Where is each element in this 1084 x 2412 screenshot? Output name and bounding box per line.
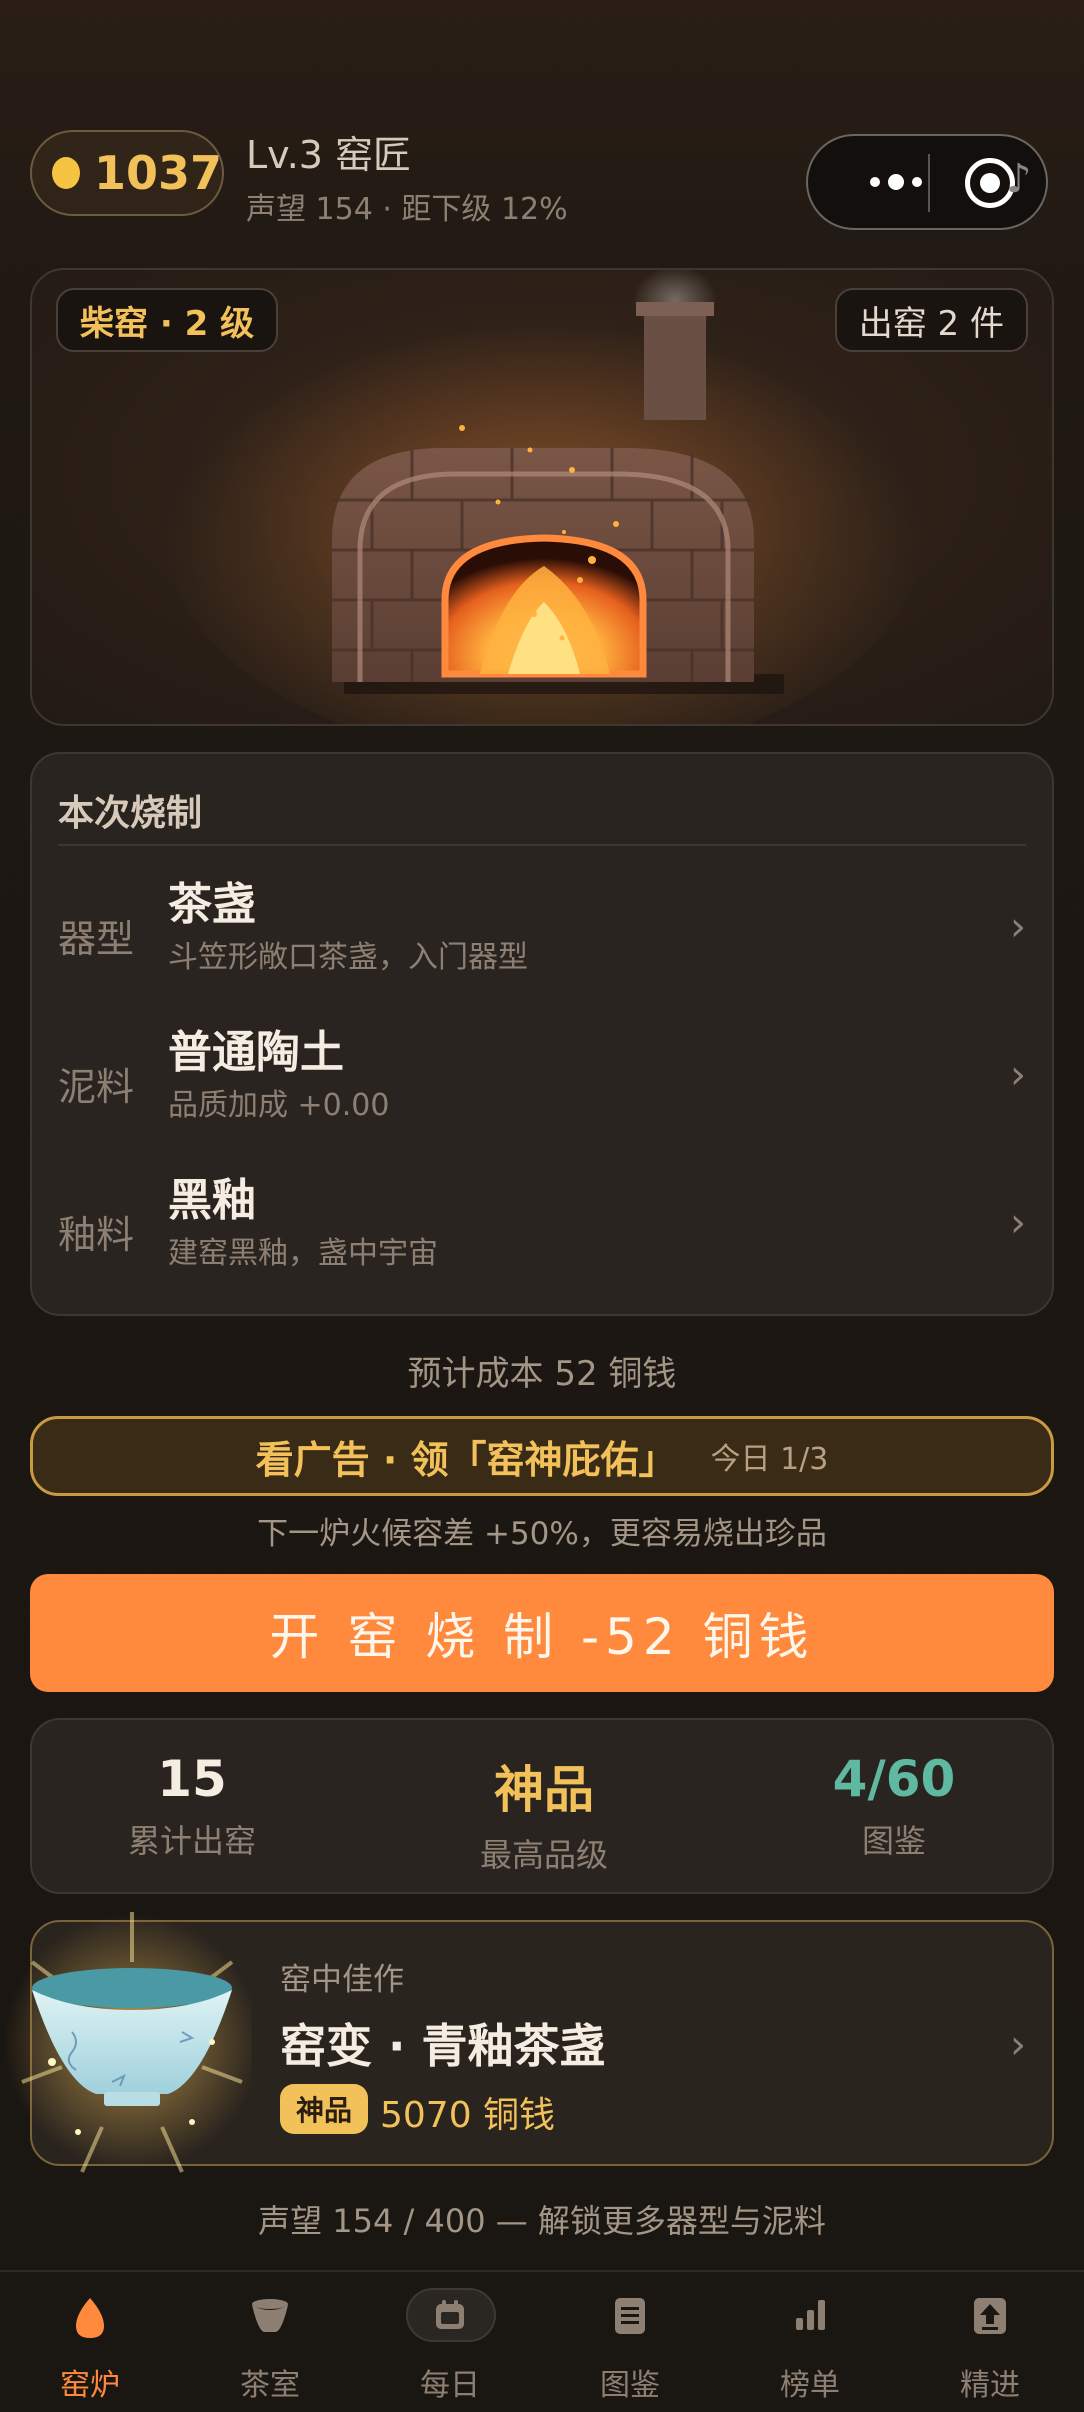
grade-badge: 神品 bbox=[280, 2084, 369, 2134]
recipe-heading: 本次烧制 bbox=[58, 793, 203, 834]
calendar-icon bbox=[436, 2300, 464, 2329]
player-level: Lv.3 窑匠 bbox=[246, 133, 412, 177]
masterpiece-kicker: 窑中佳作 bbox=[280, 1962, 404, 1998]
bar-chart-icon bbox=[796, 2300, 825, 2330]
masterpiece-card[interactable]: 窑中佳作 窑变 · 青釉茶盏 神品 5070 铜钱 › bbox=[4, 1912, 1054, 2173]
ad-benefit-note: 下一炉火候容差 +50%，更容易烧出珍品 bbox=[257, 1516, 827, 1552]
row-desc: 建窑黑釉，盏中宇宙 bbox=[168, 1236, 438, 1271]
row-desc: 斗笠形敞口茶盏，入门器型 bbox=[168, 940, 528, 975]
tab-catalog[interactable]: 图鉴 bbox=[540, 2272, 720, 2412]
stat-label: 图鉴 bbox=[861, 1822, 926, 1860]
ad-title: 看广告 · 领「窑神庇佑」 bbox=[255, 1437, 677, 1482]
row-desc: 品质加成 +0.00 bbox=[168, 1088, 390, 1123]
chevron-right-icon: › bbox=[1010, 904, 1026, 950]
coin-amount: 1037 bbox=[93, 146, 222, 200]
recipe-row-shape[interactable]: 器型 茶盏 斗笠形敞口茶盏，入门器型 › bbox=[32, 862, 1052, 1010]
coin-balance[interactable]: 1037 bbox=[30, 130, 224, 216]
kiln-card[interactable]: 柴窑 · 2 级 出窑 2 件 bbox=[30, 268, 1054, 726]
row-key: 泥料 bbox=[58, 1065, 135, 1109]
capsule-divider bbox=[928, 154, 930, 212]
stat-value: 4/60 bbox=[832, 1750, 956, 1808]
tab-leaderboard[interactable]: 榜单 bbox=[720, 2272, 900, 2412]
tab-label: 茶室 bbox=[240, 2368, 300, 2403]
row-title: 普通陶土 bbox=[168, 1027, 344, 1078]
reputation-unlock-hint: 声望 154 / 400 — 解锁更多器型与泥料 bbox=[258, 2202, 826, 2240]
bottom-tab-bar: 窑炉 茶室 每日 图鉴 榜单 精进 bbox=[0, 2270, 1084, 2412]
miniprogram-capsule: ♪ bbox=[806, 134, 1048, 230]
tab-kiln[interactable]: 窑炉 bbox=[0, 2272, 180, 2412]
masterpiece-title: 窑变 · 青釉茶盏 bbox=[280, 2019, 606, 2073]
tab-label: 精进 bbox=[960, 2368, 1020, 2403]
chevron-right-icon: › bbox=[1010, 1200, 1026, 1246]
tab-daily[interactable]: 每日 bbox=[360, 2272, 540, 2412]
masterpiece-price: 5070 铜钱 bbox=[380, 2095, 556, 2136]
chevron-right-icon: › bbox=[1010, 2022, 1026, 2068]
tab-tea-room[interactable]: 茶室 bbox=[180, 2272, 360, 2412]
stats-card: 15 累计出窑 神品 最高品级 4/60 图鉴 bbox=[30, 1718, 1054, 1894]
row-title: 茶盏 bbox=[168, 879, 256, 930]
music-note-icon[interactable]: ♪ bbox=[1006, 156, 1032, 202]
coin-icon bbox=[52, 157, 80, 189]
stat-value: 神品 bbox=[494, 1761, 594, 1819]
tab-label: 榜单 bbox=[780, 2368, 840, 2403]
recipe-row-glaze[interactable]: 釉料 黑釉 建窑黑釉，盏中宇宙 › bbox=[32, 1158, 1052, 1306]
tab-label: 窑炉 bbox=[60, 2368, 120, 2403]
stat-label: 最高品级 bbox=[479, 1836, 608, 1874]
stat-value: 15 bbox=[157, 1750, 227, 1808]
tea-bowl-icon bbox=[252, 2299, 288, 2332]
recipe-divider bbox=[58, 844, 1026, 846]
catalog-icon bbox=[615, 2298, 645, 2334]
recipe-row-clay[interactable]: 泥料 普通陶土 品质加成 +0.00 › bbox=[32, 1010, 1052, 1158]
glowing-tea-bowl-icon bbox=[4, 1912, 252, 2173]
tab-label: 图鉴 bbox=[600, 2368, 660, 2403]
row-key: 器型 bbox=[58, 917, 135, 961]
kiln-illustration bbox=[164, 270, 924, 724]
stat-total-fired: 15 累计出窑 bbox=[32, 1750, 352, 1862]
start-firing-button[interactable]: 开 窑 烧 制 -52 铜钱 bbox=[30, 1574, 1054, 1692]
row-title: 黑釉 bbox=[168, 1175, 256, 1226]
reputation-progress: 声望 154 · 距下级 12% bbox=[246, 192, 568, 227]
stat-best-grade: 神品 最高品级 bbox=[384, 1750, 704, 1876]
firing-recipe-card: 本次烧制 器型 茶盏 斗笠形敞口茶盏，入门器型 › 泥料 普通陶土 品质加成 +… bbox=[30, 752, 1054, 1316]
stat-catalog[interactable]: 4/60 图鉴 bbox=[734, 1750, 1054, 1862]
row-key: 釉料 bbox=[58, 1213, 135, 1257]
upgrade-icon bbox=[974, 2298, 1006, 2334]
more-menu-button[interactable] bbox=[836, 136, 956, 228]
stat-label: 累计出窑 bbox=[127, 1822, 256, 1860]
ad-daily-count: 今日 1/3 bbox=[710, 1442, 829, 1477]
chevron-right-icon: › bbox=[1010, 1052, 1026, 1098]
flame-icon bbox=[76, 2298, 104, 2338]
watch-ad-button[interactable]: 看广告 · 领「窑神庇佑」 今日 1/3 bbox=[30, 1416, 1054, 1496]
estimated-cost: 预计成本 52 铜钱 bbox=[407, 1354, 677, 1394]
tab-label: 每日 bbox=[420, 2368, 480, 2403]
tab-upgrade[interactable]: 精进 bbox=[900, 2272, 1080, 2412]
